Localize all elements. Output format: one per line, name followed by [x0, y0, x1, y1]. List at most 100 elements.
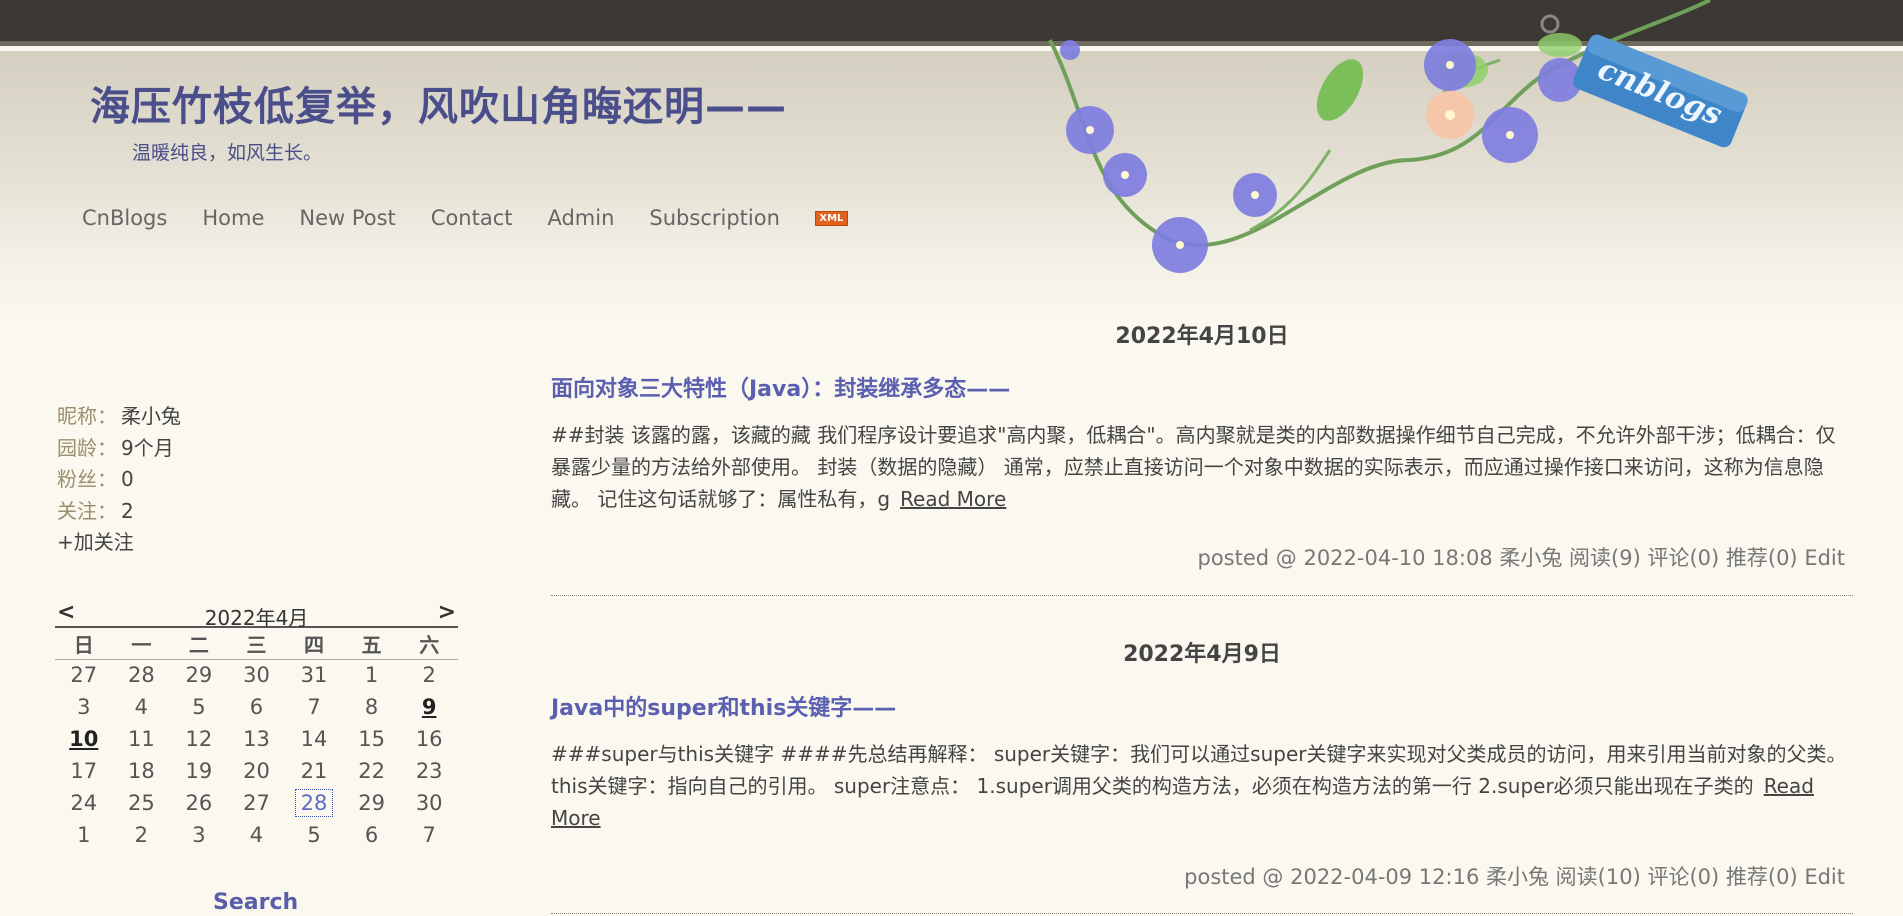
post-edit-link[interactable]: Edit — [1804, 546, 1845, 570]
calendar-weekday: 二 — [170, 628, 228, 660]
calendar-header: < 2022年4月 > — [55, 600, 458, 630]
calendar-week-row: 10 11 12 13 14 15 16 — [55, 723, 458, 755]
calendar-week-row: 3 4 5 6 7 89 — [55, 691, 458, 723]
calendar-day: 28 — [127, 663, 155, 688]
calendar-weekday: 三 — [227, 628, 286, 660]
blog-age-label: 园龄： — [57, 435, 117, 460]
calendar-day: 24 — [70, 791, 98, 815]
post-summary: ##封装 该露的露，该藏的藏 我们程序设计要追求"高内聚，低耦合"。高内聚就是类… — [551, 419, 1853, 515]
calendar-day: 3 — [77, 695, 91, 719]
calendar-weekday: 四 — [285, 628, 343, 660]
calendar-day: 8 — [364, 695, 379, 719]
post-summary-text: ###super与this关键字 ####先总结再解释： super关键字：我们… — [551, 742, 1847, 798]
calendar-day: 2 — [422, 663, 436, 688]
calendar-day: 4 — [249, 823, 264, 847]
fans-value[interactable]: 0 — [121, 467, 134, 491]
read-more-link[interactable]: Read More — [900, 487, 1006, 511]
calendar-day: 31 — [300, 663, 328, 688]
post-footer: posted @ 2022-04-09 12:16 柔小兔 阅读(10) 评论(… — [1184, 861, 1845, 891]
calendar-day: 21 — [300, 759, 328, 783]
nav-admin[interactable]: Admin — [547, 206, 614, 230]
calendar-day: 17 — [70, 759, 98, 783]
post-meta: posted @ 2022-04-10 18:08 柔小兔 阅读(9) 评论(0… — [1197, 546, 1798, 570]
nickname-label: 昵称： — [57, 404, 117, 428]
calendar-day: 2 — [134, 823, 149, 847]
calendar-day: 5 — [192, 695, 206, 719]
calendar-next-button[interactable]: > — [438, 600, 456, 625]
nav-bar: CnBlogs Home New Post Contact Admin Subs… — [82, 206, 848, 230]
calendar-day: 14 — [300, 727, 328, 751]
calendar-weekday: 一 — [112, 628, 171, 660]
calendar-weekday: 五 — [342, 628, 401, 660]
calendar-title: 2022年4月 — [204, 606, 309, 630]
flower-decoration: cnblogs — [1048, 0, 1748, 273]
blog-title[interactable]: 海压竹枝低复举，风吹山角晦还明—— — [90, 74, 787, 132]
nav-new-post[interactable]: New Post — [299, 206, 395, 230]
following-label: 关注： — [57, 498, 117, 523]
calendar-day: 11 — [127, 727, 155, 751]
calendar-day: 1 — [364, 663, 379, 688]
calendar-week-row: 27 28 29 30 31 1 2 — [55, 659, 458, 691]
calendar-day: 26 — [185, 791, 213, 815]
calendar-day: 12 — [185, 727, 213, 751]
calendar-day: 1 — [77, 823, 91, 847]
calendar-day: 13 — [243, 727, 270, 751]
fans-label: 粉丝： — [57, 467, 117, 491]
post-divider — [551, 913, 1853, 914]
calendar-week-row: 24 25 26 27 28 29 30 — [55, 787, 458, 819]
calendar-day: 19 — [185, 759, 213, 783]
post-summary-text: ##封装 该露的露，该藏的藏 我们程序设计要追求"高内聚，低耦合"。高内聚就是类… — [551, 423, 1836, 511]
calendar-day: 3 — [192, 823, 206, 847]
calendar-day: 7 — [307, 695, 321, 719]
rss-xml-icon[interactable]: XML — [814, 210, 848, 226]
calendar-day: 4 — [134, 695, 149, 719]
profile-panel: 昵称： 柔小兔 园龄： 9个月 粉丝： 0 关注： 2 +加关注 — [57, 400, 181, 558]
calendar-today-marker: 28 — [294, 789, 334, 817]
calendar-day: 22 — [358, 759, 385, 783]
calendar-day: 27 — [70, 663, 98, 688]
nav-home[interactable]: Home — [202, 206, 264, 230]
blog-subtitle: 温暖纯良，如风生长。 — [132, 142, 323, 164]
calendar-day[interactable]: 10 — [55, 723, 113, 755]
post-title[interactable]: 面向对象三大特性（Java）：封装继承多态—— — [551, 371, 1010, 403]
nav-subscription[interactable]: Subscription — [649, 206, 779, 230]
calendar-day: 6 — [249, 695, 264, 719]
calendar-day: 7 — [422, 823, 436, 847]
day-title[interactable]: 2022年4月10日 — [551, 318, 1853, 350]
calendar-day: 30 — [243, 663, 270, 688]
calendar-day: 20 — [243, 759, 270, 783]
calendar-grid: 日一二三四五六 27 28 29 30 31 1 2 3 4 5 6 7 8 9 10 11 12 13 14 15 1… — [55, 628, 458, 851]
follow-button[interactable]: +加关注 — [57, 530, 134, 554]
calendar-weekday: 日 — [55, 628, 113, 660]
calendar-day: 18 — [127, 759, 155, 783]
calendar-day: 27 — [243, 791, 270, 815]
nickname-value[interactable]: 柔小兔 — [121, 404, 181, 428]
following-value[interactable]: 2 — [121, 499, 134, 523]
calendar-day: 5 — [307, 823, 321, 847]
calendar-day: 6 — [364, 823, 379, 847]
day-title[interactable]: 2022年4月9日 — [551, 636, 1853, 668]
calendar-week-row: 17 18 19 20 21 22 23 — [55, 755, 458, 787]
search-title: Search — [213, 890, 299, 915]
nav-contact[interactable]: Contact — [431, 206, 513, 230]
post-meta: posted @ 2022-04-09 12:16 柔小兔 阅读(10) 评论(… — [1184, 865, 1798, 889]
calendar: < 2022年4月 > 日一二三四五六 27 28 29 30 31 1 2 3 4 5 6 7 8 9 1… — [55, 600, 458, 851]
calendar-day: 25 — [127, 791, 155, 815]
calendar-weekday: 六 — [400, 628, 458, 660]
post-edit-link[interactable]: Edit — [1804, 865, 1845, 889]
post-divider — [551, 595, 1853, 596]
calendar-week-row: 1 2 3 4 5 6 7 — [55, 819, 458, 851]
blog-age-value[interactable]: 9个月 — [121, 436, 174, 460]
calendar-day: 23 — [415, 759, 443, 783]
post-footer: posted @ 2022-04-10 18:08 柔小兔 阅读(9) 评论(0… — [1198, 542, 1846, 572]
nav-cnblogs[interactable]: CnBlogs — [82, 206, 167, 230]
calendar-day[interactable]: 9 — [400, 691, 458, 723]
calendar-day: 29 — [185, 663, 213, 688]
calendar-day: 29 — [358, 791, 385, 815]
post-title[interactable]: Java中的super和this关键字—— — [551, 690, 896, 722]
calendar-day: 15 — [358, 727, 385, 751]
calendar-day: 16 — [415, 727, 443, 751]
calendar-day: 28 — [285, 787, 343, 819]
calendar-day: 30 — [415, 791, 443, 815]
post-summary: ###super与this关键字 ####先总结再解释： super关键字：我们… — [551, 738, 1853, 834]
